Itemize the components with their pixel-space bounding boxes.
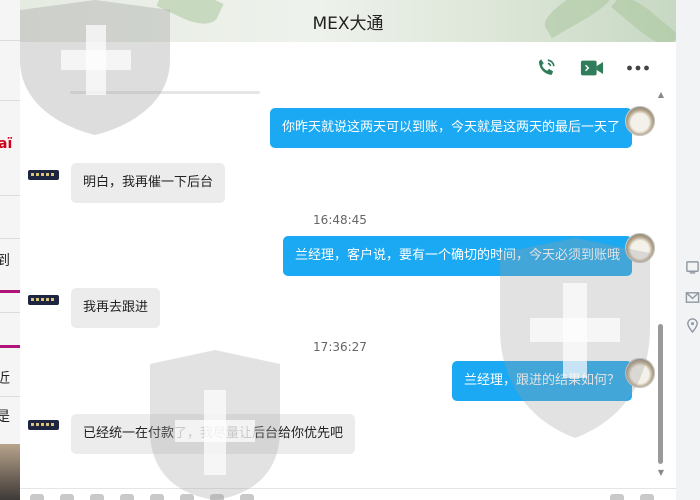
message-bubble-outgoing[interactable]: 兰经理，客户说，要有一个确切的时间，今天必须到账哦 [282,236,632,276]
user-avatar[interactable] [625,358,655,388]
chat-title: MEX大通 [312,14,384,34]
contact-avatar[interactable] [28,295,59,305]
message-bubble-incoming[interactable]: 已经统一在付款了，我尽量让后台给你优先吧 [71,414,356,454]
message-bubble-incoming[interactable]: 明白，我再催一下后台 [71,163,226,203]
background-text-fragment: 到 [0,250,10,270]
scroll-down-arrow-icon[interactable]: ▼ [657,469,665,477]
message-bubble-outgoing[interactable]: 你昨天就说这两天可以到账，今天就是这两天的最后一天了 [269,108,632,148]
message-bubble-incoming[interactable]: 我再去跟进 [71,288,161,328]
background-text-fragment: 是 [0,406,10,426]
message-list-scrollbar[interactable]: ▲ ▼ [657,91,665,477]
more-dots-icon[interactable] [626,56,650,80]
background-text-fragment: 近 [0,368,10,388]
user-avatar[interactable] [625,106,655,136]
phone-side-icon[interactable] [685,260,700,275]
mail-side-icon[interactable] [685,290,700,305]
location-side-icon[interactable] [685,318,700,333]
scrollbar-thumb[interactable] [658,324,663,464]
user-avatar[interactable] [625,233,655,263]
previous-message-fragment [70,91,260,94]
contact-avatar[interactable] [28,420,59,430]
background-thumbnail [0,444,20,500]
background-page-left: aï 到 近 是 [0,0,21,500]
message-bubble-outgoing[interactable]: 兰经理，跟进的结果如何？ [451,361,632,401]
contact-avatar[interactable] [28,170,59,180]
message-timestamp: 17:36:27 [313,340,367,354]
phone-icon[interactable] [534,56,558,80]
background-accent-bar [0,290,20,293]
background-text-fragment: aï [0,136,13,152]
chat-window: MEX大通 你昨天就说这两天可以到账，今天就是这两天的最后一天了 明白，我再催一… [20,0,676,500]
message-timestamp: 16:48:45 [313,213,367,227]
background-accent-bar [0,345,20,348]
chat-title-bar: MEX大通 [20,0,676,42]
scroll-up-arrow-icon[interactable]: ▲ [657,91,665,99]
chat-toolbar [20,42,676,92]
input-toolbar [20,488,676,500]
video-camera-icon[interactable] [580,56,604,80]
background-page-right [676,0,700,500]
